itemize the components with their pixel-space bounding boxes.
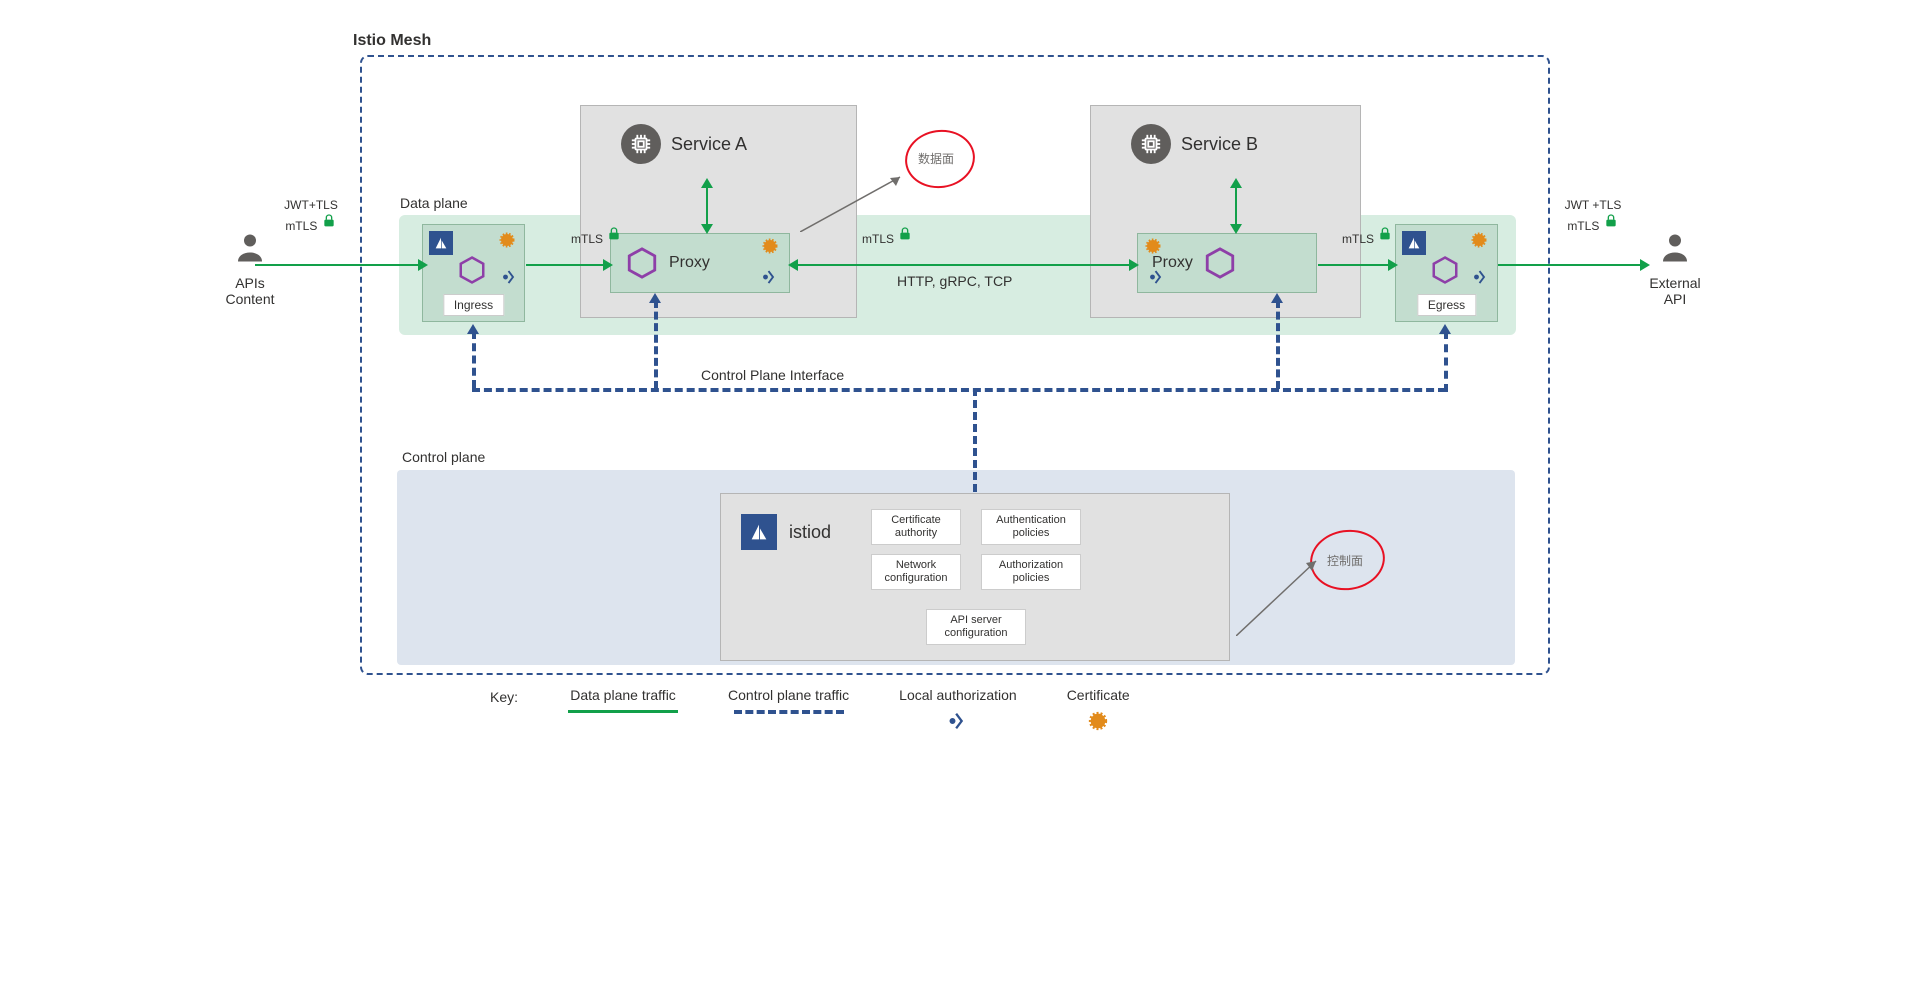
control-plane-label: Control plane	[402, 449, 485, 465]
chip-icon	[1131, 124, 1171, 164]
jwt-tls-right: JWT +TLS mTLS	[1558, 198, 1628, 233]
arrow-icon	[1230, 224, 1242, 234]
legend-dp-line-icon	[568, 710, 678, 713]
arrow-icon	[788, 259, 798, 271]
certificate-icon	[761, 237, 779, 255]
istiod-label: istiod	[789, 522, 831, 543]
annotation-arrow-icon	[800, 172, 910, 232]
cp-interface-line	[472, 331, 476, 388]
istio-sail-icon	[1402, 231, 1426, 255]
arrow-icon	[418, 259, 428, 271]
auth-icon	[947, 710, 969, 732]
dp-vertical-line	[1235, 182, 1237, 230]
auth-icon	[1472, 268, 1490, 286]
certificate-icon	[498, 231, 516, 249]
arrow-icon	[1640, 259, 1650, 271]
legend-cert: Certificate	[1067, 687, 1130, 732]
protocol-label: HTTP, gRPC, TCP	[897, 273, 1012, 289]
mesh-title: Istio Mesh	[353, 32, 431, 50]
arrow-icon	[467, 324, 479, 334]
legend-dp-traffic: Data plane traffic	[568, 687, 678, 713]
cp-interface-line	[654, 300, 658, 389]
dp-traffic-line	[1318, 264, 1395, 266]
dp-vertical-line	[706, 182, 708, 230]
dp-traffic-line	[1498, 264, 1648, 266]
arrow-icon	[603, 259, 613, 271]
lock-icon	[1603, 212, 1619, 230]
auth-icon	[761, 268, 779, 286]
arrow-icon	[1271, 293, 1283, 303]
dp-traffic-line	[790, 264, 1136, 266]
network-config-label: Network configuration	[871, 554, 961, 590]
hexagon-icon	[625, 246, 659, 280]
arrow-icon	[1129, 259, 1139, 271]
legend: Key: Data plane traffic Control plane tr…	[490, 687, 1130, 732]
istio-sail-icon	[741, 514, 777, 550]
jwt-tls-left: JWT+TLS mTLS	[277, 198, 345, 233]
authz-policies-label: Authorization policies	[981, 554, 1081, 590]
service-a-label: Service A	[671, 134, 747, 155]
auth-icon	[1148, 268, 1166, 286]
legend-cp-line-icon	[734, 710, 844, 714]
legend-key-label: Key:	[490, 687, 518, 705]
auth-icon	[501, 268, 519, 286]
certificate-icon	[1087, 710, 1109, 732]
diagram-canvas: Istio Mesh Data plane Control plane Serv…	[200, 0, 1720, 790]
authn-policies-label: Authentication policies	[981, 509, 1081, 545]
istiod-box: istiod Certificate authority Authenticat…	[720, 493, 1230, 661]
proxy-a-label: Proxy	[669, 254, 710, 272]
certificate-icon	[1144, 237, 1162, 255]
arrow-icon	[701, 178, 713, 188]
legend-cp-traffic: Control plane traffic	[728, 687, 849, 714]
arrow-icon	[1388, 259, 1398, 271]
person-icon	[1657, 230, 1693, 266]
service-b-label: Service B	[1181, 134, 1258, 155]
cp-interface-line	[472, 388, 1446, 392]
lock-icon	[1377, 225, 1393, 243]
egress-label: Egress	[1417, 294, 1476, 316]
annotation-dataplane: 数据面	[905, 130, 975, 188]
mtls-label-c: mTLS	[1342, 225, 1393, 246]
person-icon	[232, 230, 268, 266]
arrow-icon	[649, 293, 661, 303]
cp-interface-line	[1276, 300, 1280, 389]
apiserver-config-label: API server configuration	[926, 609, 1026, 645]
hexagon-icon	[1203, 246, 1237, 280]
client-left-label: APIs Content	[210, 275, 290, 307]
dp-traffic-line	[526, 264, 611, 266]
hexagon-icon	[1430, 255, 1460, 285]
annotation-arrow-icon	[1236, 556, 1326, 636]
chip-icon	[621, 124, 661, 164]
lock-icon	[321, 212, 337, 230]
external-client-right: External API	[1640, 230, 1710, 307]
hexagon-icon	[457, 255, 487, 285]
istio-sail-icon	[429, 231, 453, 255]
arrow-icon	[1439, 324, 1451, 334]
cp-interface-label: Control Plane Interface	[697, 367, 848, 383]
data-plane-label: Data plane	[400, 195, 468, 211]
dp-traffic-line	[255, 264, 425, 266]
certificate-icon	[1470, 231, 1488, 249]
legend-auth: Local authorization	[899, 687, 1017, 732]
ingress-label: Ingress	[443, 294, 504, 316]
mtls-label-a: mTLS	[571, 225, 622, 246]
lock-icon	[606, 225, 622, 243]
cert-authority-label: Certificate authority	[871, 509, 961, 545]
client-right-label: External API	[1640, 275, 1710, 307]
arrow-icon	[701, 224, 713, 234]
cp-interface-line	[973, 388, 977, 492]
arrow-icon	[1230, 178, 1242, 188]
cp-interface-line	[1444, 331, 1448, 392]
external-client-left: APIs Content	[210, 230, 290, 307]
